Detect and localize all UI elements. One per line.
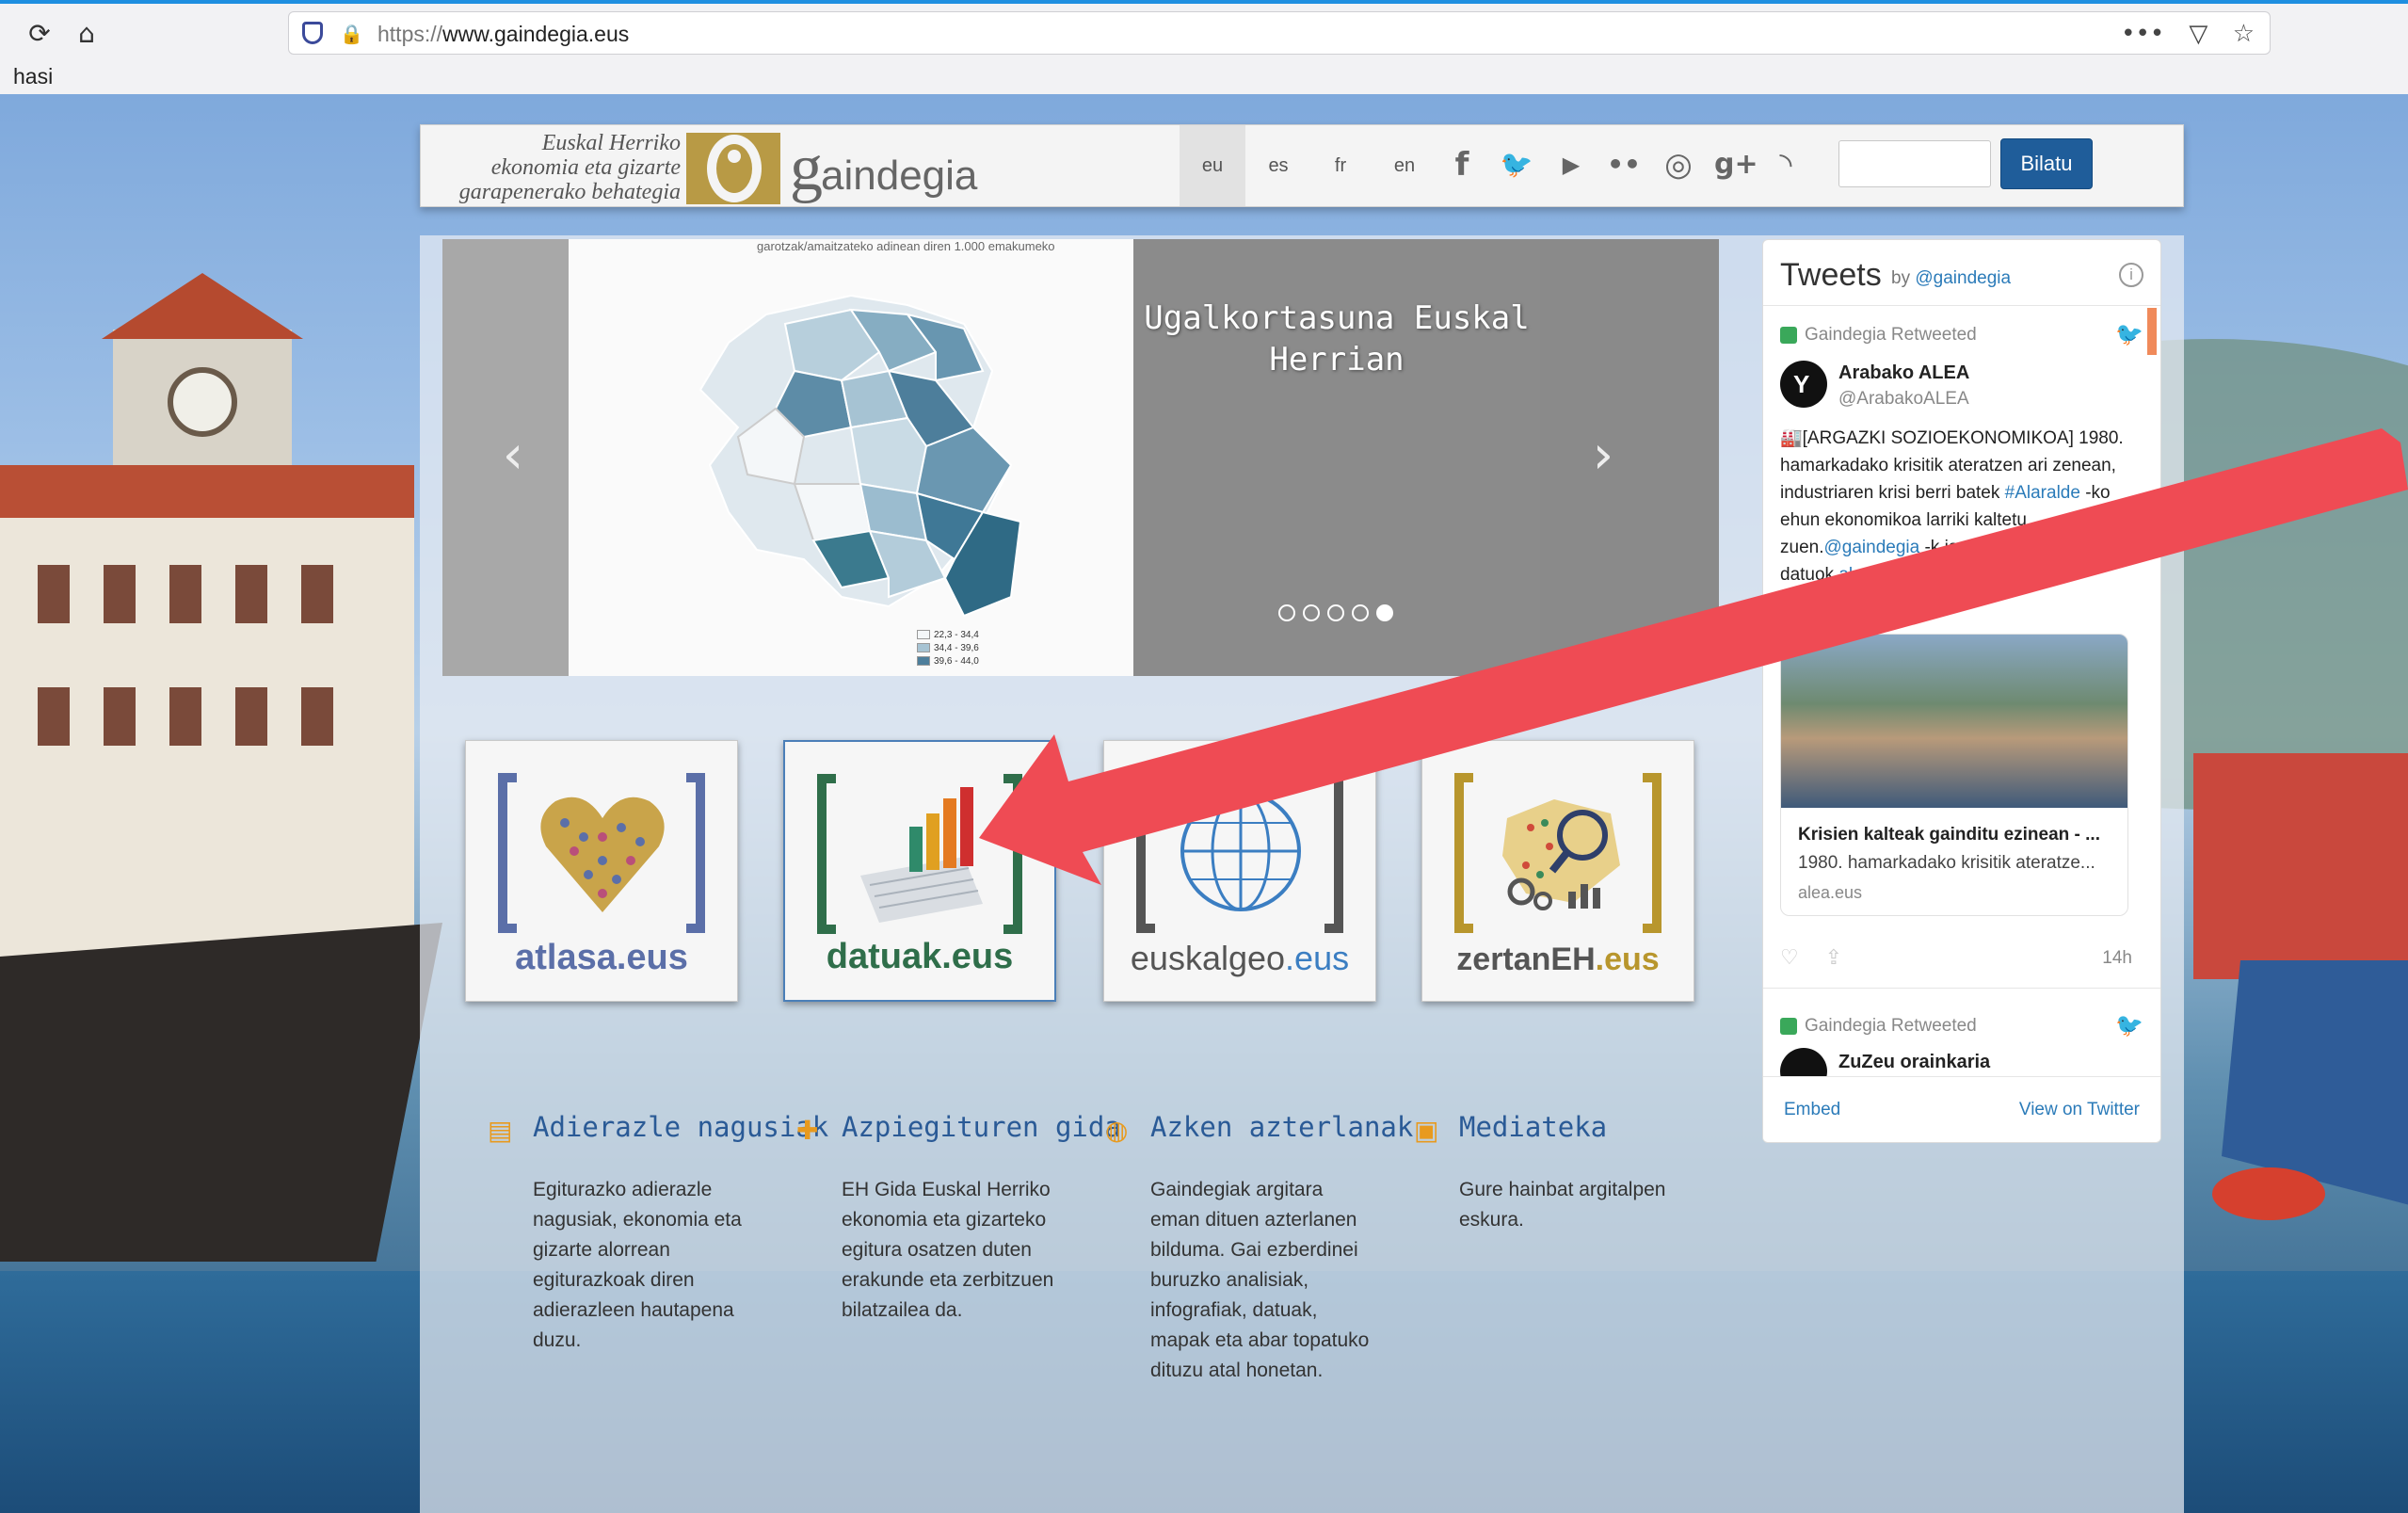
card-image bbox=[1781, 635, 2127, 808]
slide-caption: Ugalkortasuna Euskal Herrian bbox=[1144, 299, 1530, 378]
fertility-map: garotzak/amaitzateko adinean diren 1.000… bbox=[569, 239, 1133, 676]
tracking-shield-icon[interactable] bbox=[302, 22, 323, 44]
bookmark-hasi[interactable]: hasi bbox=[13, 64, 53, 89]
site-header: Euskal Herriko ekonomia eta gizarte gara… bbox=[420, 124, 2184, 207]
bar-chart-icon bbox=[860, 787, 983, 923]
carousel-dot-2[interactable] bbox=[1303, 604, 1320, 621]
image-carousel[interactable]: garotzak/amaitzateko adinean diren 1.000… bbox=[442, 239, 1719, 676]
twitter-timeline-widget[interactable]: Tweets by @gaindegia i Gaindegia Retweet… bbox=[1762, 239, 2161, 1143]
gaindegia-logo-text[interactable]: gaindegia bbox=[790, 131, 977, 206]
tweet-author-name[interactable]: Arabako ALEA bbox=[1838, 362, 1969, 384]
magnifier-gears-icon bbox=[1502, 799, 1620, 910]
twitter-handle-link[interactable]: @gaindegia bbox=[1915, 268, 2011, 288]
scrollbar[interactable] bbox=[2147, 308, 2157, 355]
info-icon[interactable]: i bbox=[2119, 263, 2143, 287]
link-card[interactable]: Krisien kalteak gainditu ezinean - ... 1… bbox=[1780, 634, 2128, 916]
feature-text: Gure hainbat argitalpen eskura. bbox=[1459, 1179, 1666, 1231]
share-icon[interactable]: ⇪ bbox=[1825, 946, 1842, 970]
lang-eu[interactable]: eu bbox=[1180, 125, 1245, 206]
feature-text: Gaindegiak argitara eman dituen azterlan… bbox=[1150, 1179, 1370, 1381]
twitter-bird-icon[interactable]: 🐦 bbox=[2115, 1012, 2143, 1038]
feature-title[interactable]: Azpiegituren gida bbox=[842, 1111, 1121, 1143]
home-icon[interactable]: ⌂ bbox=[70, 17, 104, 51]
mention-link[interactable]: @gaindegia bbox=[1823, 538, 1919, 557]
twitter-header: Tweets by @gaindegia i bbox=[1763, 240, 2160, 306]
retweet-icon bbox=[1780, 1017, 1797, 1035]
rss-icon[interactable]: ◝ bbox=[1767, 146, 1805, 184]
globe-icon: ◍ bbox=[1105, 1115, 1129, 1146]
zertaneh-tile[interactable]: zertanEH.eus bbox=[1421, 740, 1694, 1002]
lang-en[interactable]: en bbox=[1372, 125, 1437, 206]
googleplus-icon[interactable]: g+ bbox=[1714, 146, 1758, 184]
carousel-prev-icon[interactable]: ‹ bbox=[490, 427, 537, 484]
flickr-icon[interactable]: •• bbox=[1605, 146, 1643, 184]
pocket-icon[interactable]: ▽ bbox=[2189, 20, 2207, 48]
heart-dots-icon bbox=[540, 797, 665, 912]
avatar[interactable]: Y bbox=[1780, 361, 1827, 408]
carousel-dot-3[interactable] bbox=[1327, 604, 1344, 621]
search-button[interactable]: Bilatu bbox=[2000, 138, 2093, 189]
lock-icon[interactable]: 🔒 bbox=[340, 23, 363, 45]
feature-title[interactable]: Azken azterlanak bbox=[1150, 1111, 1413, 1143]
basque-map-shape bbox=[698, 294, 1022, 618]
carousel-dot-1[interactable] bbox=[1278, 604, 1295, 621]
url-bar[interactable]: 🔒 https://www.gaindegia.eus ••• ▽ ☆ bbox=[288, 11, 2271, 55]
map-legend: 22,3 - 34,4 34,4 - 39,6 39,6 - 44,0 bbox=[917, 629, 979, 668]
tweet-author-name[interactable]: ZuZeu orainkaria bbox=[1838, 1052, 1990, 1073]
puzzle-icon: ✚ bbox=[796, 1115, 819, 1146]
twitter-icon[interactable]: 🐦 bbox=[1498, 146, 1535, 184]
gaindegia-logo-icon[interactable] bbox=[686, 131, 780, 204]
feature-title[interactable]: Adierazle nagusiak bbox=[533, 1111, 828, 1143]
youtube-icon[interactable]: ▶ bbox=[1552, 146, 1590, 184]
briefcase-icon: ▣ bbox=[1414, 1115, 1439, 1146]
carousel-dot-5[interactable] bbox=[1376, 604, 1393, 621]
lang-es[interactable]: es bbox=[1245, 125, 1311, 206]
facebook-icon[interactable]: f bbox=[1443, 146, 1481, 184]
like-icon[interactable]: ♡ bbox=[1780, 946, 1799, 970]
reload-icon[interactable]: ⟳ bbox=[23, 17, 56, 51]
carousel-indicators bbox=[1278, 604, 1401, 626]
retweet-icon bbox=[1780, 326, 1797, 344]
twitter-bird-icon[interactable]: 🐦 bbox=[2115, 321, 2143, 347]
globe-grid-icon bbox=[1180, 791, 1301, 911]
clipboard-icon: ▤ bbox=[488, 1115, 513, 1146]
tweet-author-handle[interactable]: @ArabakoALEA bbox=[1838, 389, 1969, 410]
search-input[interactable] bbox=[1838, 140, 1991, 187]
retweet-label: Gaindegia Retweeted bbox=[1780, 1016, 1977, 1037]
twitter-footer: Embed View on Twitter bbox=[1763, 1076, 2160, 1142]
browser-chrome: ⟳ ⌂ 🔒 https://www.gaindegia.eus ••• ▽ ☆ … bbox=[0, 0, 2408, 94]
url-text[interactable]: https://www.gaindegia.eus bbox=[377, 22, 629, 47]
instagram-icon[interactable]: ◎ bbox=[1660, 146, 1697, 184]
feature-title[interactable]: Mediateka bbox=[1459, 1111, 1607, 1143]
carousel-dot-4[interactable] bbox=[1352, 604, 1369, 621]
euskalgeo-tile[interactable]: euskalgeo.eus bbox=[1103, 740, 1376, 1002]
feature-text: Egiturazko adierazle nagusiak, ekonomia … bbox=[533, 1179, 742, 1351]
page-actions-icon[interactable]: ••• bbox=[2121, 20, 2164, 48]
carousel-next-icon[interactable]: › bbox=[1580, 427, 1627, 484]
tweet-timestamp[interactable]: 14h bbox=[2102, 948, 2132, 969]
retweet-label: Gaindegia Retweeted bbox=[1780, 325, 1977, 346]
datuak-tile[interactable]: datuak.eus bbox=[783, 740, 1056, 1002]
feature-text: EH Gida Euskal Herriko ekonomia eta giza… bbox=[842, 1179, 1054, 1321]
brand-tagline: Euskal Herriko ekonomia eta gizarte gara… bbox=[458, 131, 681, 204]
atlasa-tile[interactable]: atlasa.eus bbox=[465, 740, 738, 1002]
tweet-link[interactable]: alea.eus/alar... bbox=[1838, 565, 1955, 585]
lang-fr[interactable]: fr bbox=[1308, 125, 1373, 206]
embed-link[interactable]: Embed bbox=[1784, 1100, 1840, 1120]
view-on-twitter-link[interactable]: View on Twitter bbox=[2019, 1100, 2140, 1120]
bookmark-star-icon[interactable]: ☆ bbox=[2233, 20, 2255, 48]
tweet-text: 🏭[ARGAZKI SOZIOEKONOMIKOA] 1980. hamarka… bbox=[1780, 428, 2124, 585]
hashtag-link[interactable]: #Alaralde bbox=[2005, 483, 2080, 503]
